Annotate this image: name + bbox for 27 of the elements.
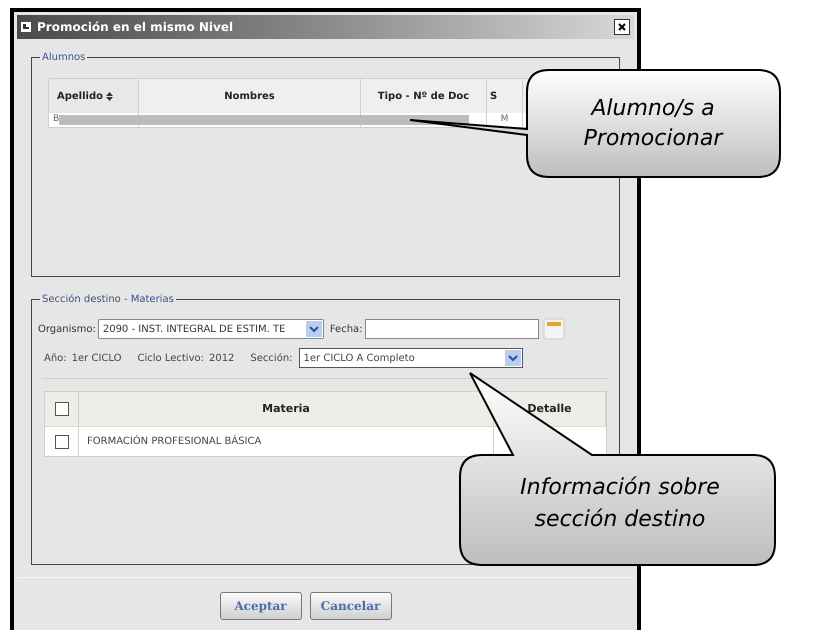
field-value: 2012: [208, 352, 234, 366]
field-label: Fecha:: [330, 322, 363, 336]
field-label: Organismo:: [38, 322, 96, 336]
callout-text: Información sobre sección destino: [519, 474, 721, 534]
callout-text: Alumno/s a Promocionar: [582, 95, 724, 153]
sort-icon: [106, 92, 113, 100]
table-cell-text: M: [500, 113, 508, 126]
checkbox[interactable]: [54, 402, 68, 416]
seccion-dropdown[interactable]: 1er CICLO A Completo: [298, 348, 523, 368]
column-header[interactable]: Apellido: [49, 79, 139, 113]
window-icon: [21, 22, 31, 32]
close-icon: [617, 22, 627, 32]
field-label: Sección:: [250, 352, 293, 366]
close-button[interactable]: [614, 19, 630, 35]
table-cell-text: B: [53, 113, 60, 126]
dialog-button[interactable]: Aceptar: [220, 592, 302, 620]
column-header: Detalle: [527, 400, 572, 417]
dialog-button[interactable]: Cancelar: [310, 592, 392, 620]
table-cell: FORMACIÓN PROFESIONAL BÁSICA: [87, 434, 262, 449]
organismo-dropdown[interactable]: 2090 - INST. INTEGRAL DE ESTIM. TE: [98, 319, 324, 339]
field-label: Ciclo Lectivo:: [137, 352, 204, 366]
field-label: Año:: [44, 352, 67, 366]
date-input-field[interactable]: [364, 319, 539, 339]
column-header: Materia: [262, 400, 310, 417]
window-title: Promoción en el mismo Nivel: [37, 19, 234, 36]
checkbox[interactable]: [54, 434, 68, 448]
field-value: 1er CICLO: [72, 352, 122, 366]
